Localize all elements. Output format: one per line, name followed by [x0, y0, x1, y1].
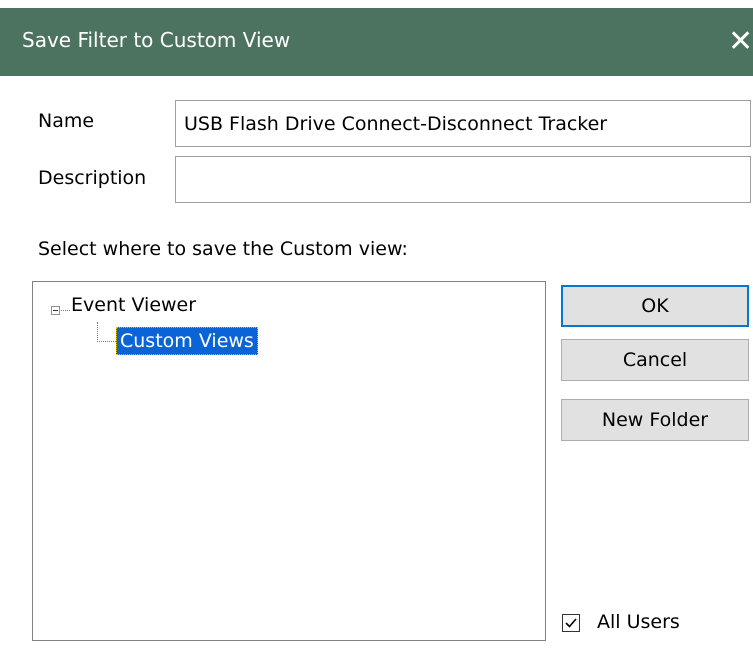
window-title: Save Filter to Custom View: [22, 28, 291, 52]
folder-tree[interactable]: Event Viewer Custom Views: [32, 281, 546, 641]
cancel-button[interactable]: Cancel: [561, 339, 749, 381]
description-label: Description: [38, 167, 147, 189]
all-users-label[interactable]: All Users: [597, 611, 680, 633]
all-users-checkbox[interactable]: [562, 614, 580, 632]
tree-connector: [97, 322, 98, 342]
description-field[interactable]: [175, 156, 751, 203]
tree-connector: [97, 341, 116, 342]
name-field[interactable]: [175, 100, 751, 147]
select-location-label: Select where to save the Custom view:: [38, 238, 408, 260]
ok-button[interactable]: OK: [561, 285, 749, 327]
new-folder-button[interactable]: New Folder: [561, 399, 749, 441]
close-icon[interactable]: ✕: [728, 24, 753, 60]
checkmark-icon: [565, 618, 577, 628]
tree-node-custom-views[interactable]: Custom Views: [116, 327, 258, 355]
name-label: Name: [38, 110, 95, 132]
title-bar: Save Filter to Custom View ✕: [0, 8, 753, 76]
tree-connector: [61, 310, 70, 311]
collapse-icon[interactable]: [51, 306, 60, 315]
tree-node-event-viewer[interactable]: Event Viewer: [71, 294, 196, 316]
